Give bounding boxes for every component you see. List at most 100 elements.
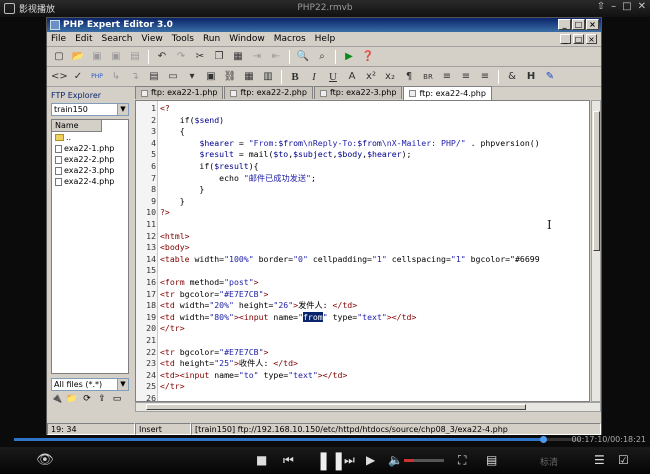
- doc-minimize-button[interactable]: _: [560, 34, 571, 44]
- player-progress-bar[interactable]: [0, 436, 650, 443]
- menu-window[interactable]: Window: [229, 34, 265, 44]
- italic-icon[interactable]: I: [306, 69, 322, 85]
- quality-button[interactable]: 标清: [540, 455, 558, 468]
- volume-slider[interactable]: [404, 459, 444, 462]
- maximize-icon[interactable]: □: [622, 1, 631, 12]
- doc-restore-button[interactable]: □: [573, 34, 584, 44]
- vertical-scrollbar[interactable]: [591, 100, 601, 402]
- horizontal-scroll-thumb[interactable]: [146, 404, 526, 410]
- line-break-icon[interactable]: BR: [420, 69, 436, 85]
- code-line[interactable]: 10 ?>: [136, 207, 589, 219]
- special-char-icon[interactable]: &: [504, 69, 520, 85]
- pause-icon[interactable]: ❚❚: [316, 450, 346, 471]
- ftp-column-header[interactable]: Name: [52, 120, 102, 132]
- code-editor[interactable]: 1 <? 2 if($send) 3 {4 $hearer = "From:$from…: [135, 100, 590, 402]
- editor-minimize-button[interactable]: _: [558, 19, 571, 30]
- link-icon[interactable]: ⛓: [222, 69, 238, 85]
- tag-icon[interactable]: <>: [51, 69, 68, 85]
- expand-icon[interactable]: ✓: [70, 69, 86, 85]
- code-line[interactable]: 22 <tr bgcolor="#E7E7CB">: [136, 347, 589, 359]
- doc-close-button[interactable]: ×: [586, 34, 597, 44]
- ftp-item-parent[interactable]: ..: [52, 132, 128, 143]
- code-line[interactable]: 5 $result = mail($to,$subject,$body,$hea…: [136, 149, 589, 161]
- chevron-down-icon[interactable]: ▼: [117, 379, 128, 390]
- align-left-icon[interactable]: ≡: [439, 69, 455, 85]
- help-icon[interactable]: ❓: [360, 49, 376, 65]
- menu-run[interactable]: Run: [203, 34, 220, 44]
- font-size-icon[interactable]: A: [344, 69, 360, 85]
- align-center-icon[interactable]: ≡: [458, 69, 474, 85]
- prev-icon[interactable]: ⏮: [283, 453, 294, 468]
- code-line[interactable]: 24 <td><input name="to" type="text"></td>: [136, 370, 589, 382]
- code-line[interactable]: 11: [136, 219, 589, 231]
- code-line[interactable]: 2 if($send): [136, 115, 589, 127]
- menu-help[interactable]: Help: [315, 34, 336, 44]
- code-line[interactable]: 1 <?: [136, 103, 589, 115]
- upload-icon[interactable]: ⇪: [96, 393, 108, 405]
- ftp-item-file[interactable]: exa22-1.php: [52, 143, 128, 154]
- arrow2-icon[interactable]: ↴: [127, 69, 143, 85]
- next-icon[interactable]: ⏭: [344, 453, 355, 468]
- pin-icon[interactable]: ⇧: [597, 1, 605, 12]
- copy-icon[interactable]: ❐: [211, 49, 227, 65]
- replace-icon[interactable]: ⌕: [314, 49, 330, 65]
- code-line[interactable]: 20 </tr>: [136, 323, 589, 335]
- open-file-icon[interactable]: 📂: [70, 49, 86, 65]
- table-icon[interactable]: ▦: [241, 69, 257, 85]
- image-icon[interactable]: ▣: [203, 69, 219, 85]
- list-icon[interactable]: ☰: [594, 453, 605, 467]
- ftp-server-select[interactable]: train150 ▼: [51, 103, 129, 116]
- run-icon[interactable]: ▶: [341, 49, 357, 65]
- php-icon[interactable]: PHP: [89, 69, 105, 85]
- toggle-panel-icon[interactable]: ▤: [146, 69, 162, 85]
- editor-maximize-button[interactable]: □: [572, 19, 585, 30]
- bold-icon[interactable]: B: [287, 69, 303, 85]
- code-line[interactable]: 16 <form method="post">: [136, 277, 589, 289]
- folder-icon[interactable]: 📁: [66, 393, 78, 405]
- heading-icon[interactable]: H: [523, 69, 539, 85]
- dropdown-icon[interactable]: ▾: [184, 69, 200, 85]
- stop-icon[interactable]: ■: [256, 453, 267, 467]
- redo-icon[interactable]: ↷: [173, 49, 189, 65]
- check-icon[interactable]: ☑: [618, 453, 629, 467]
- code-line[interactable]: 23 <td height="25">收件人: </td>: [136, 358, 589, 370]
- window-icon[interactable]: ▭: [165, 69, 181, 85]
- code-line[interactable]: 12 <html>: [136, 231, 589, 243]
- code-line[interactable]: 9 }: [136, 196, 589, 208]
- editor-close-button[interactable]: ×: [586, 19, 599, 30]
- code-line[interactable]: 21: [136, 335, 589, 347]
- ftp-item-file[interactable]: exa22-3.php: [52, 165, 128, 176]
- code-line[interactable]: 13 <body>: [136, 242, 589, 254]
- chevron-down-icon[interactable]: ▼: [117, 104, 128, 115]
- underline-icon[interactable]: U: [325, 69, 341, 85]
- horizontal-scrollbar[interactable]: [135, 402, 601, 412]
- code-line[interactable]: 15: [136, 265, 589, 277]
- tab-3[interactable]: ftp: exa22-3.php: [313, 86, 403, 99]
- menu-macros[interactable]: Macros: [274, 34, 306, 44]
- vertical-scroll-thumb[interactable]: [593, 111, 600, 251]
- cut-icon[interactable]: ✂: [192, 49, 208, 65]
- code-line[interactable]: 25 </tr>: [136, 381, 589, 393]
- align-right-icon[interactable]: ≡: [477, 69, 493, 85]
- code-line[interactable]: 4 $hearer = "From:$from\nReply-To:$from\…: [136, 138, 589, 150]
- print-icon[interactable]: ▤: [127, 49, 143, 65]
- menu-search[interactable]: Search: [102, 34, 133, 44]
- form-icon[interactable]: ▥: [260, 69, 276, 85]
- save-all-icon[interactable]: ▣: [108, 49, 124, 65]
- superscript-icon[interactable]: x²: [363, 69, 379, 85]
- color-icon[interactable]: ✎: [542, 69, 558, 85]
- undo-icon[interactable]: ↶: [154, 49, 170, 65]
- find-icon[interactable]: 🔍: [295, 49, 311, 65]
- forward-icon[interactable]: ▶: [366, 453, 375, 467]
- settings-icon[interactable]: ▤: [486, 453, 497, 467]
- menu-tools[interactable]: Tools: [172, 34, 194, 44]
- paragraph-icon[interactable]: ¶: [401, 69, 417, 85]
- new-file-icon[interactable]: ▢: [51, 49, 67, 65]
- save-icon[interactable]: ▣: [89, 49, 105, 65]
- tab-1[interactable]: ftp: exa22-1.php: [135, 86, 224, 99]
- arrow-icon[interactable]: ↳: [108, 69, 124, 85]
- ftp-item-file[interactable]: exa22-4.php: [52, 176, 128, 187]
- code-line[interactable]: 6 if($result){: [136, 161, 589, 173]
- connect-icon[interactable]: 🔌: [51, 393, 63, 405]
- ftp-item-file[interactable]: exa22-2.php: [52, 154, 128, 165]
